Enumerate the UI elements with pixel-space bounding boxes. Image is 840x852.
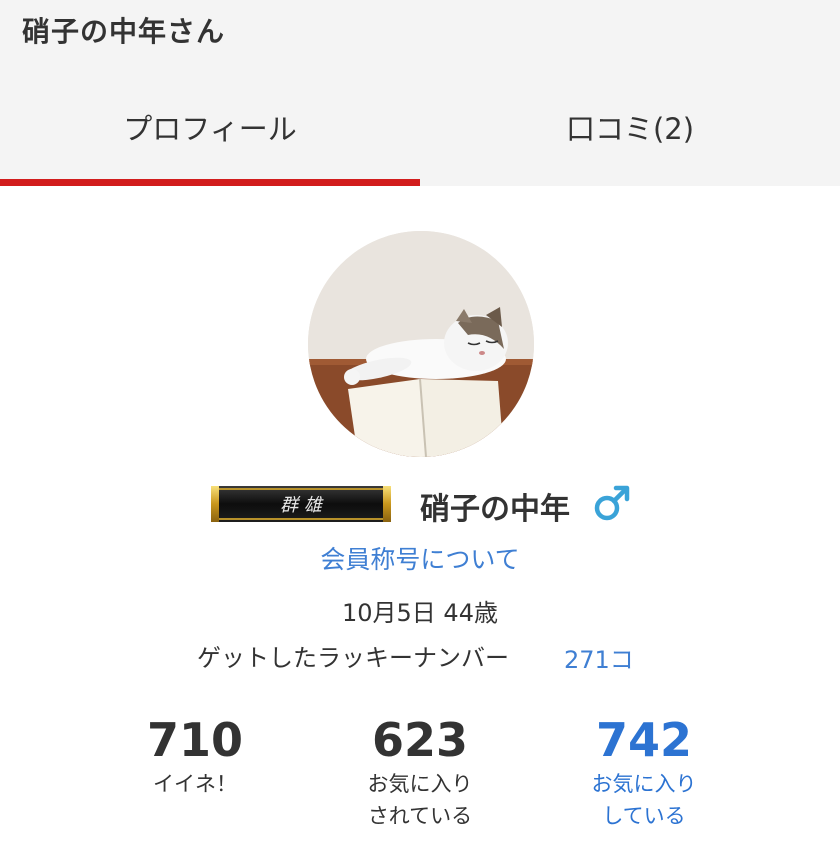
page-header: 硝子の中年さん プロフィール 口コミ(2) xyxy=(0,0,840,186)
tab-profile-label: プロフィール xyxy=(123,112,297,146)
rank-badge-icon: 群 雄 xyxy=(211,486,391,522)
stat-likes-label: イイネ！ xyxy=(153,772,237,796)
stat-favorited-by-count: 623 xyxy=(371,713,469,767)
user-name: 硝子の中年 xyxy=(420,492,570,527)
page-title: 硝子の中年さん xyxy=(22,15,226,48)
rank-badge: 群 雄 xyxy=(211,486,391,522)
stat-favoriting-count: 742 xyxy=(595,713,693,767)
stat-favoriting-label-1: お気に入り xyxy=(591,772,697,796)
male-symbol-icon xyxy=(592,483,632,523)
stat-likes-count: 710 xyxy=(146,713,244,767)
lucky-number-value[interactable]: 271コ xyxy=(564,640,634,675)
stat-likes: 710 イイネ！ xyxy=(95,712,295,800)
rank-badge-text: 群 雄 xyxy=(280,495,324,516)
tab-reviews[interactable]: 口コミ(2) xyxy=(420,90,840,186)
stat-favoriting-label-2: している xyxy=(602,804,686,828)
lucky-number-label: ゲットしたラッキーナンバー xyxy=(197,644,509,672)
tab-profile[interactable]: プロフィール xyxy=(0,90,420,186)
tab-reviews-label: 口コミ(2) xyxy=(565,112,695,146)
birthday-age: 10月5日 44歳 xyxy=(342,599,498,627)
avatar-cat-image xyxy=(308,231,534,457)
stat-favorited-by: 623 お気に入り されている xyxy=(320,712,520,832)
rank-info-link[interactable]: 会員称号について xyxy=(0,540,840,576)
avatar xyxy=(308,231,534,457)
stat-favorited-by-label-2: されている xyxy=(367,804,473,828)
stat-favoriting[interactable]: 742 お気に入り している xyxy=(544,712,744,832)
stat-favorited-by-label-1: お気に入り xyxy=(367,772,473,796)
active-tab-indicator xyxy=(0,179,420,186)
